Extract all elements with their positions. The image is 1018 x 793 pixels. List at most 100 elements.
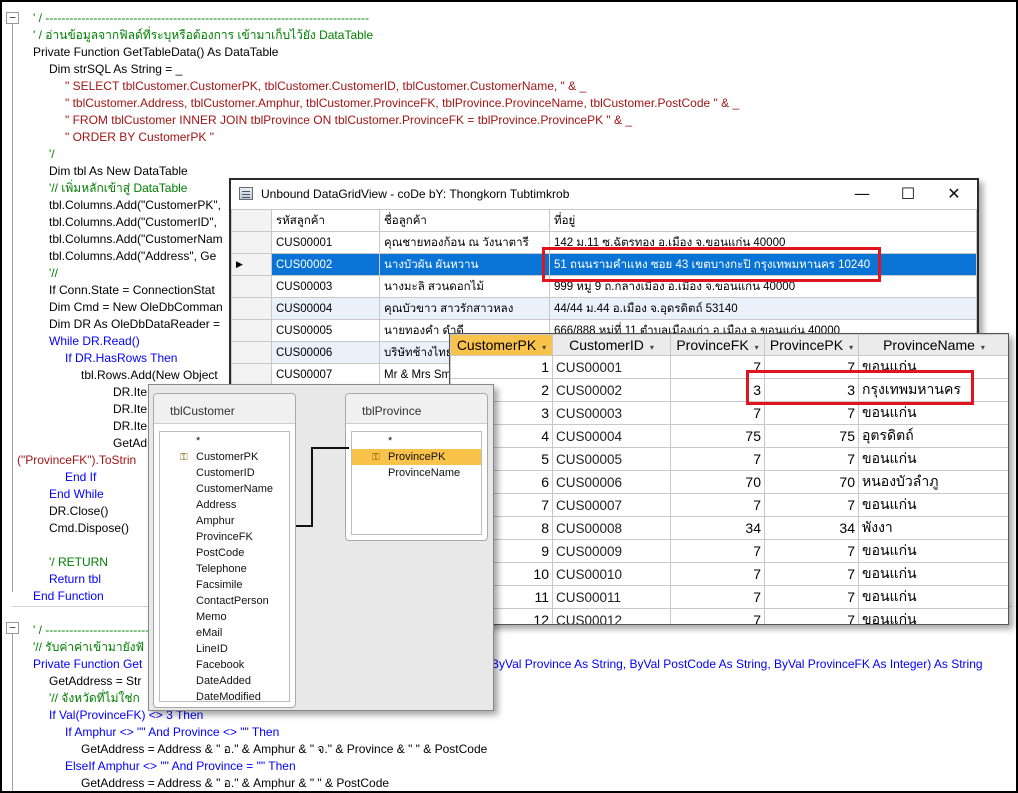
field-item[interactable]: DateAdded [160, 673, 289, 689]
cell-province-name[interactable]: พังงา [858, 516, 1008, 540]
cell-customer-id[interactable]: CUS00001 [552, 355, 671, 379]
cell-province-pk[interactable]: 7 [764, 562, 859, 586]
cell-customer-id[interactable]: CUS00005 [271, 319, 380, 342]
cell-customer-name[interactable]: คุณบัวขาว สาวรักสาวหลง [379, 297, 550, 320]
minimize-button[interactable]: — [839, 180, 885, 209]
field-item[interactable]: Telephone [160, 561, 289, 577]
cell-customer-id[interactable]: CUS00004 [271, 297, 380, 320]
table-row[interactable]: 7 CUS00007 7 7 ขอนแก่น [450, 493, 1008, 517]
cell-province-name[interactable]: ขอนแก่น [858, 493, 1008, 517]
row-header[interactable] [231, 363, 272, 386]
row-header[interactable] [231, 341, 272, 364]
table-box-province[interactable]: tblProvince * ⚿ ProvincePK ProvinceName [345, 393, 488, 541]
table-row[interactable]: 4 CUS00004 75 75 อุตรดิตถ์ [450, 424, 1008, 448]
query-design-diagram[interactable]: tblCustomer * ⚿ CustomerPK CustomerID Custom… [148, 384, 494, 711]
cell-customer-id[interactable]: CUS00008 [552, 516, 671, 540]
cell-province-pk[interactable]: 7 [764, 585, 859, 609]
dropdown-arrow-icon[interactable]: ▾ [755, 343, 759, 352]
cell-customer-id[interactable]: CUS00011 [552, 585, 671, 609]
cell-province-name[interactable]: ขอนแก่น [858, 608, 1008, 624]
cell-province-fk[interactable]: 70 [670, 470, 765, 494]
cell-customer-id[interactable]: CUS00002 [552, 378, 671, 402]
column-header-province-name[interactable]: ProvinceName ▾ [858, 334, 1008, 356]
dropdown-arrow-icon[interactable]: ▾ [542, 343, 546, 352]
cell-customer-id[interactable]: CUS00007 [552, 493, 671, 517]
cell-customer-id[interactable]: CUS00010 [552, 562, 671, 586]
table-row[interactable]: 12 CUS00012 7 7 ขอนแก่น [450, 608, 1008, 624]
table-row[interactable]: 10 CUS00010 7 7 ขอนแก่น [450, 562, 1008, 586]
table-row[interactable]: 8 CUS00008 34 34 พังงา [450, 516, 1008, 540]
field-list[interactable]: * ⚿ CustomerPK CustomerID CustomerName Addres… [159, 431, 290, 705]
cell-customer-id[interactable]: CUS00006 [552, 470, 671, 494]
cell-province-name[interactable]: อุตรดิตถ์ [858, 424, 1008, 448]
cell-customer-id[interactable]: CUS00003 [552, 401, 671, 425]
column-header-province-fk[interactable]: ProvinceFK ▾ [670, 334, 765, 356]
cell-customer-name[interactable]: นางมะลิ สวนดอกไม้ [379, 275, 550, 298]
cell-province-fk[interactable]: 7 [670, 608, 765, 624]
column-header-customer-id[interactable]: รหัสลูกค้า [271, 209, 380, 232]
field-item[interactable]: Address [160, 497, 289, 513]
field-item[interactable]: ⚿ ProvincePK [352, 449, 481, 465]
cell-province-fk[interactable]: 7 [670, 585, 765, 609]
cell-province-pk[interactable]: 7 [764, 447, 859, 471]
close-button[interactable]: ✕ [931, 180, 977, 209]
row-header[interactable] [231, 231, 272, 254]
cell-province-pk[interactable]: 7 [764, 493, 859, 517]
column-header-customer-pk[interactable]: CustomerPK ▾ [450, 334, 553, 356]
field-item[interactable]: DateModified [160, 689, 289, 705]
field-item[interactable]: eMail [160, 625, 289, 641]
row-header[interactable] [231, 297, 272, 320]
cell-province-pk[interactable]: 34 [764, 516, 859, 540]
dropdown-arrow-icon[interactable]: ▾ [650, 343, 654, 352]
row-header-corner[interactable] [231, 209, 272, 232]
field-item[interactable]: Memo [160, 609, 289, 625]
cell-province-fk[interactable]: 75 [670, 424, 765, 448]
cell-province-pk[interactable]: 7 [764, 539, 859, 563]
table-row[interactable]: 6 CUS00006 70 70 หนองบัวลำภู [450, 470, 1008, 494]
field-item[interactable]: PostCode [160, 545, 289, 561]
row-header[interactable] [231, 275, 272, 298]
field-item[interactable]: CustomerID [160, 465, 289, 481]
field-item[interactable]: ProvinceName [352, 465, 481, 481]
cell-province-name[interactable]: ขอนแก่น [858, 447, 1008, 471]
table-row[interactable]: 11 CUS00011 7 7 ขอนแก่น [450, 585, 1008, 609]
column-header-customer-name[interactable]: ชื่อลูกค้า [379, 209, 550, 232]
dropdown-arrow-icon[interactable]: ▾ [981, 343, 985, 352]
field-item[interactable]: * [352, 433, 481, 449]
cell-province-name[interactable]: ขอนแก่น [858, 562, 1008, 586]
cell-customer-name[interactable]: คุณชายทองก้อน ณ วังนาตารี [379, 231, 550, 254]
dropdown-arrow-icon[interactable]: ▾ [849, 343, 853, 352]
cell-customer-id[interactable]: CUS00012 [552, 608, 671, 624]
cell-customer-name[interactable]: นางบัวผัน ผันหวาน [379, 253, 550, 276]
field-item[interactable]: ProvinceFK [160, 529, 289, 545]
cell-address[interactable]: 44/44 ม.44 อ.เมือง จ.อุดรดิตถ์ 53140 [549, 297, 977, 320]
cell-province-fk[interactable]: 34 [670, 516, 765, 540]
table-box-customer[interactable]: tblCustomer * ⚿ CustomerPK CustomerID Custom… [153, 393, 296, 708]
table-row[interactable]: CUS00004 คุณบัวขาว สาวรักสาวหลง 44/44 ม.… [231, 297, 977, 320]
cell-province-fk[interactable]: 7 [670, 447, 765, 471]
cell-customer-pk[interactable]: 1 [450, 355, 553, 379]
collapse-region-icon[interactable]: − [6, 622, 19, 634]
cell-province-pk[interactable]: 7 [764, 608, 859, 624]
table-row[interactable]: 5 CUS00005 7 7 ขอนแก่น [450, 447, 1008, 471]
column-header-address[interactable]: ที่อยู่ [549, 209, 977, 232]
row-header[interactable] [231, 319, 272, 342]
cell-province-name[interactable]: ขอนแก่น [858, 539, 1008, 563]
cell-customer-id[interactable]: CUS00006 [271, 341, 380, 364]
cell-customer-id[interactable]: CUS00005 [552, 447, 671, 471]
cell-province-fk[interactable]: 7 [670, 562, 765, 586]
current-row-indicator-icon[interactable]: ▶ [231, 253, 272, 276]
table-row[interactable]: 9 CUS00009 7 7 ขอนแก่น [450, 539, 1008, 563]
cell-province-name[interactable]: หนองบัวลำภู [858, 470, 1008, 494]
field-item[interactable]: Facsimile [160, 577, 289, 593]
cell-customer-id[interactable]: CUS00001 [271, 231, 380, 254]
field-item[interactable]: CustomerName [160, 481, 289, 497]
field-item[interactable]: * [160, 433, 289, 449]
cell-province-name[interactable]: ขอนแก่น [858, 585, 1008, 609]
column-header-province-pk[interactable]: ProvincePK ▾ [764, 334, 859, 356]
field-item[interactable]: ContactPerson [160, 593, 289, 609]
field-item[interactable]: Facebook [160, 657, 289, 673]
field-item[interactable]: LineID [160, 641, 289, 657]
cell-province-fk[interactable]: 7 [670, 539, 765, 563]
maximize-button[interactable]: ☐ [885, 180, 931, 209]
